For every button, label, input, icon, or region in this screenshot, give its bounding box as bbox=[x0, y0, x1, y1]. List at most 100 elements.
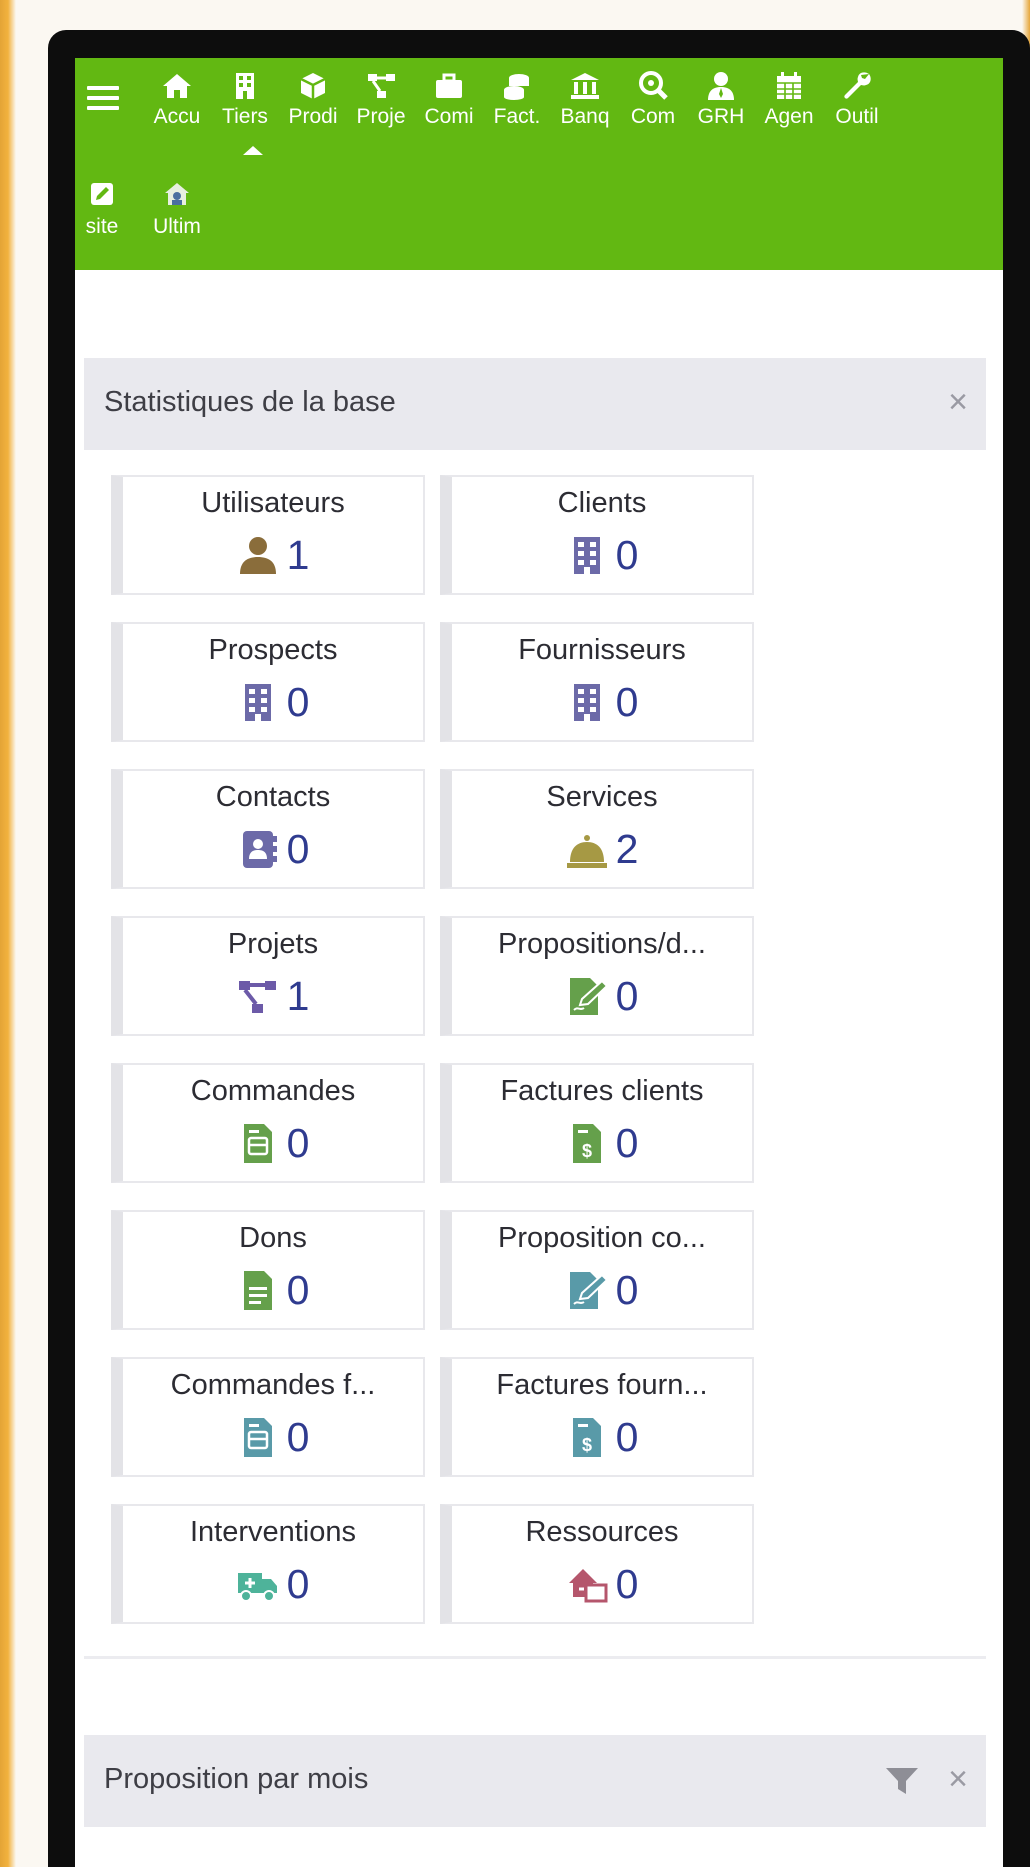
file-invoice-icon: $ bbox=[566, 1416, 608, 1458]
file-order-icon bbox=[237, 1416, 279, 1458]
stats-box-value: 0 bbox=[286, 1414, 310, 1460]
user-icon bbox=[237, 534, 279, 576]
project-icon bbox=[368, 74, 395, 98]
stats-box-clients[interactable]: Clients 0 bbox=[440, 475, 754, 595]
file-donation-icon bbox=[237, 1269, 279, 1311]
nav-item-tiers[interactable]: Tiers bbox=[211, 68, 279, 148]
stats-box-label: Propositions/d... bbox=[498, 928, 706, 960]
stats-box-label: Dons bbox=[239, 1222, 307, 1254]
resource-icon bbox=[566, 1563, 608, 1605]
stats-box-value: 0 bbox=[615, 1414, 639, 1460]
address-book-icon bbox=[237, 828, 279, 870]
bank-icon bbox=[571, 73, 599, 99]
stats-box-label: Factures clients bbox=[500, 1075, 704, 1107]
stats-box-value: 0 bbox=[286, 679, 310, 725]
stats-box-proposition-co[interactable]: Proposition co... 0 bbox=[440, 1210, 754, 1330]
stats-box-value: 0 bbox=[615, 679, 639, 725]
stats-box-value: 0 bbox=[615, 973, 639, 1019]
stats-box-label: Utilisateurs bbox=[201, 487, 345, 519]
hamburger-menu-icon[interactable] bbox=[87, 86, 119, 116]
stats-box-value: 1 bbox=[286, 973, 310, 1019]
stats-box-prospects[interactable]: Prospects 0 bbox=[111, 622, 425, 742]
nav-item-home[interactable]: Accu bbox=[143, 68, 211, 148]
stats-box-label: Ressources bbox=[525, 1516, 679, 1548]
user-tie-icon bbox=[708, 72, 734, 100]
stats-box-value: 1 bbox=[286, 532, 310, 578]
nav-item-agenda[interactable]: Agen bbox=[755, 68, 823, 148]
building-icon bbox=[566, 681, 608, 723]
coins-icon bbox=[504, 74, 529, 100]
nav-item-hr[interactable]: GRH bbox=[687, 68, 755, 148]
file-signature-icon bbox=[566, 975, 608, 1017]
active-caret-icon bbox=[243, 146, 263, 155]
stats-box-fournisseurs[interactable]: Fournisseurs 0 bbox=[440, 622, 754, 742]
stats-box-value: 0 bbox=[286, 1561, 310, 1607]
stats-box-value: 2 bbox=[615, 826, 639, 872]
calendar-icon bbox=[777, 72, 801, 99]
stats-box-value: 0 bbox=[286, 1267, 310, 1313]
close-icon[interactable]: × bbox=[948, 384, 968, 420]
stats-box-label: Interventions bbox=[189, 1516, 357, 1548]
stats-box-label: Projets bbox=[227, 928, 319, 960]
nav-item-website[interactable]: site bbox=[77, 180, 127, 260]
nav-item-projects[interactable]: Proje bbox=[347, 68, 415, 148]
stats-box-label: Commandes f... bbox=[170, 1369, 376, 1401]
briefcase-icon bbox=[436, 73, 462, 98]
stats-box-commandes[interactable]: Commandes 0 bbox=[111, 1063, 425, 1183]
nav-item-billing[interactable]: Fact. bbox=[483, 68, 551, 148]
nav-item-commercial[interactable]: Comi bbox=[415, 68, 483, 148]
stats-box-label: Fournisseurs bbox=[518, 634, 686, 666]
stats-box-ressources[interactable]: Ressources 0 bbox=[440, 1504, 754, 1624]
stats-box-value: 0 bbox=[615, 532, 639, 578]
panel-divider bbox=[84, 1656, 986, 1659]
stats-box-label: Clients bbox=[557, 487, 647, 519]
stats-box-propositions-d[interactable]: Propositions/d... 0 bbox=[440, 916, 754, 1036]
stats-box-label: Proposition co... bbox=[498, 1222, 706, 1254]
nav-item-bank[interactable]: Banq bbox=[551, 68, 619, 148]
stats-box-label: Commandes bbox=[190, 1075, 356, 1107]
nav-item-ultimate[interactable]: Ultim bbox=[143, 180, 211, 260]
stats-box-services[interactable]: Services 2 bbox=[440, 769, 754, 889]
stats-box-interventions[interactable]: Interventions 0 bbox=[111, 1504, 425, 1624]
search-dollar-icon bbox=[639, 71, 668, 100]
wrench-icon bbox=[844, 72, 871, 99]
truck-icon bbox=[237, 1563, 279, 1605]
stats-box-value: 0 bbox=[286, 826, 310, 872]
stats-box-value: 0 bbox=[615, 1267, 639, 1313]
stats-box-commandes-f[interactable]: Commandes f... 0 bbox=[111, 1357, 425, 1477]
page-frame: Accu Tiers Prodi Proje Comi Fact. Banq C… bbox=[0, 0, 1030, 1867]
filter-icon[interactable] bbox=[884, 1765, 920, 1797]
stats-box-label: Prospects bbox=[208, 634, 338, 666]
proposal-panel-header: Proposition par mois × bbox=[84, 1735, 986, 1827]
proposal-panel-title: Proposition par mois bbox=[104, 1763, 369, 1795]
building-icon bbox=[236, 73, 254, 99]
stats-box-projets[interactable]: Projets 1 bbox=[111, 916, 425, 1036]
app-screen: Accu Tiers Prodi Proje Comi Fact. Banq C… bbox=[75, 58, 1003, 1867]
building-icon bbox=[566, 534, 608, 576]
file-order-icon bbox=[237, 1122, 279, 1164]
stats-box-dons[interactable]: Dons 0 bbox=[111, 1210, 425, 1330]
stats-box-value: 0 bbox=[615, 1120, 639, 1166]
file-signature-icon bbox=[566, 1269, 608, 1311]
project-icon bbox=[237, 975, 279, 1017]
home-icon bbox=[163, 74, 191, 98]
edit-icon bbox=[91, 183, 113, 205]
nav-item-products[interactable]: Prodi bbox=[279, 68, 347, 148]
stats-box-value: 0 bbox=[615, 1561, 639, 1607]
stats-box-value: 0 bbox=[286, 1120, 310, 1166]
stats-panel-header: Statistiques de la base × bbox=[84, 358, 986, 450]
stats-box-label: Services bbox=[546, 781, 658, 813]
stats-box-factures-fourn[interactable]: Factures fourn... $0 bbox=[440, 1357, 754, 1477]
stats-panel-title: Statistiques de la base bbox=[104, 386, 396, 418]
stats-box-label: Factures fourn... bbox=[496, 1369, 708, 1401]
close-icon[interactable]: × bbox=[948, 1761, 968, 1797]
nav-item-accounting[interactable]: Com bbox=[619, 68, 687, 148]
ultimate-icon bbox=[165, 183, 189, 205]
nav-item-tools[interactable]: Outil bbox=[823, 68, 891, 148]
stats-box-factures-clients[interactable]: Factures clients $0 bbox=[440, 1063, 754, 1183]
file-invoice-icon: $ bbox=[566, 1122, 608, 1164]
svg-text:$: $ bbox=[582, 1141, 592, 1161]
stats-box-contacts[interactable]: Contacts 0 bbox=[111, 769, 425, 889]
stats-box-utilisateurs[interactable]: Utilisateurs 1 bbox=[111, 475, 425, 595]
building-icon bbox=[237, 681, 279, 723]
